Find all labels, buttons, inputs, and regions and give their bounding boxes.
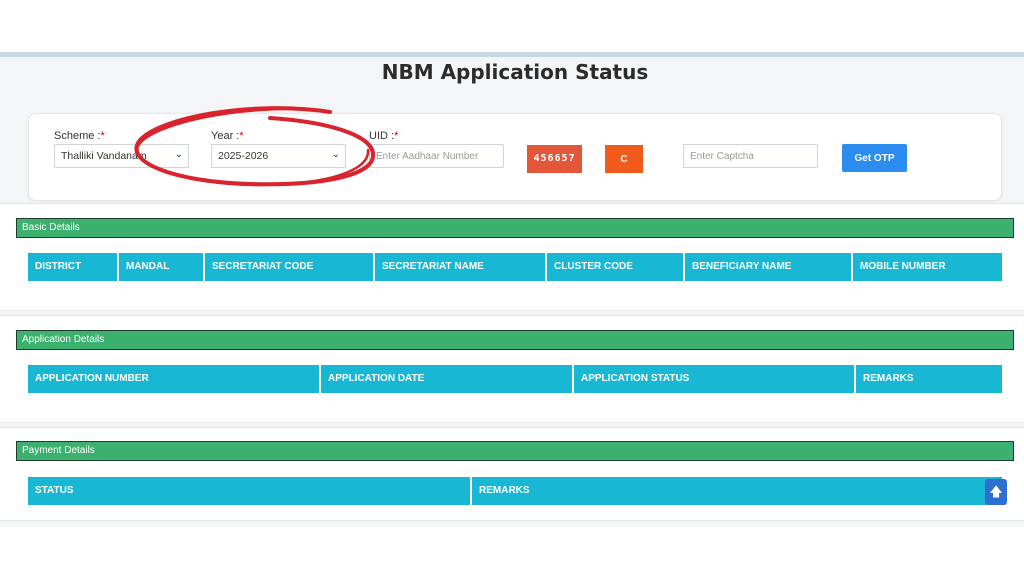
chevron-down-icon: ⌄ xyxy=(174,149,183,160)
column-header: DISTRICT xyxy=(28,253,119,281)
column-header: BENEFICIARY NAME xyxy=(685,253,853,281)
refresh-icon: C xyxy=(620,153,628,165)
application-details-heading: Application Details xyxy=(16,330,1014,350)
page-title: NBM Application Status xyxy=(381,60,649,84)
captcha-input[interactable] xyxy=(683,144,818,168)
column-header: CLUSTER CODE xyxy=(547,253,685,281)
year-select[interactable]: 2025-2026 ⌄ xyxy=(211,144,346,168)
arrow-up-icon: 🡅 xyxy=(989,484,1003,499)
application-details-table-header: APPLICATION NUMBER APPLICATION DATE APPL… xyxy=(28,365,1002,393)
refresh-captcha-button[interactable]: C xyxy=(605,145,643,173)
payment-details-heading: Payment Details xyxy=(16,441,1014,461)
column-header: SECRETARIAT NAME xyxy=(375,253,547,281)
scroll-to-top-button[interactable]: 🡅 xyxy=(985,479,1007,505)
column-header: SECRETARIAT CODE xyxy=(205,253,375,281)
scheme-label: Scheme :* xyxy=(54,130,105,142)
scheme-select[interactable]: Thalliki Vandanam ⌄ xyxy=(54,144,189,168)
scheme-select-value: Thalliki Vandanam xyxy=(61,150,147,162)
chevron-down-icon: ⌄ xyxy=(331,149,340,160)
get-otp-button[interactable]: Get OTP xyxy=(842,144,907,172)
column-header: STATUS xyxy=(28,477,472,505)
uid-label: UID :* xyxy=(369,130,399,142)
column-header: APPLICATION STATUS xyxy=(574,365,856,393)
year-label: Year :* xyxy=(211,130,244,142)
payment-details-table-header: STATUS REMARKS xyxy=(28,477,1002,505)
basic-details-table-header: DISTRICT MANDAL SECRETARIAT CODE SECRETA… xyxy=(28,253,1002,281)
column-header: REMARKS xyxy=(863,373,914,384)
column-header: REMARKS xyxy=(479,485,530,496)
aadhaar-input[interactable] xyxy=(369,144,504,168)
column-header: MANDAL xyxy=(119,253,205,281)
column-header: MOBILE NUMBER xyxy=(860,261,946,272)
captcha-image: 456657 xyxy=(527,145,582,173)
column-header: APPLICATION DATE xyxy=(321,365,574,393)
column-header: APPLICATION NUMBER xyxy=(28,365,321,393)
year-select-value: 2025-2026 xyxy=(218,150,269,162)
basic-details-heading: Basic Details xyxy=(16,218,1014,238)
